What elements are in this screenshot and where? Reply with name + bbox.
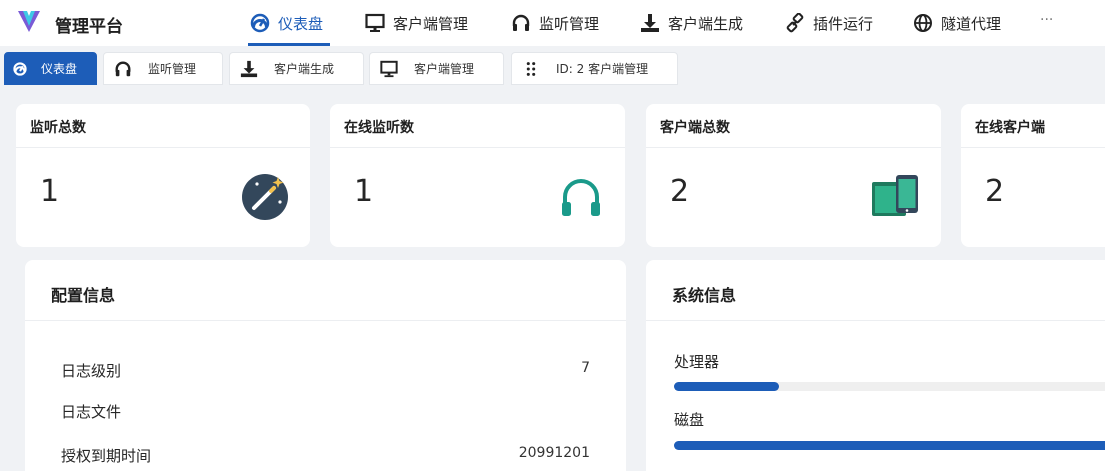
devices-icon	[872, 175, 918, 216]
config-value: 7	[581, 360, 590, 376]
config-row-log-level: 日志级别 7	[61, 360, 590, 382]
monitor-icon	[365, 13, 385, 32]
tab-client-detail[interactable]: ID: 2 客户端管理	[511, 52, 678, 85]
drag-handle-icon	[526, 61, 536, 76]
headphones-icon	[115, 61, 131, 76]
nav-plugin-run-label: 插件运行	[813, 14, 874, 33]
nav-tunnel-proxy[interactable]: 隧道代理	[913, 11, 1001, 35]
tab-client-generate[interactable]: 客户端生成	[229, 52, 364, 85]
tab-listener-management-label: 监听管理	[148, 62, 197, 76]
stat-value: 1	[354, 174, 374, 209]
stat-value: 2	[670, 174, 690, 209]
plugin-icon	[786, 13, 804, 33]
stat-card-client-online: 在线客户端 2	[961, 104, 1105, 247]
config-value: 20991201	[518, 445, 590, 461]
cpu-usage-bar	[674, 382, 1105, 391]
nav-dashboard-label: 仪表盘	[278, 14, 324, 33]
config-row-license-expiry: 授权到期时间 20991201	[61, 445, 590, 467]
nav-listener-management-label: 监听管理	[539, 14, 600, 33]
tab-client-generate-label: 客户端生成	[274, 62, 335, 76]
stat-card-client-total: 客户端总数 2	[646, 104, 941, 247]
nav-client-management-label: 客户端管理	[393, 14, 469, 33]
system-label-disk: 磁盘	[674, 411, 705, 429]
tab-client-management-label: 客户端管理	[414, 62, 475, 76]
dashboard-icon	[13, 61, 27, 76]
nav-client-management[interactable]: 客户端管理	[365, 11, 468, 35]
stat-title: 在线监听数	[330, 104, 625, 148]
config-panel: 配置信息 日志级别 7 日志文件 授权到期时间 20991201	[25, 260, 626, 471]
tab-dashboard[interactable]: 仪表盘	[4, 52, 97, 85]
cpu-usage-fill	[674, 382, 780, 391]
download-icon	[641, 14, 659, 32]
config-panel-title: 配置信息	[25, 260, 626, 321]
stat-title: 客户端总数	[646, 104, 941, 148]
globe-icon	[914, 14, 932, 32]
download-icon	[240, 60, 258, 77]
dashboard-icon	[250, 13, 270, 33]
disk-usage-fill	[674, 441, 1105, 450]
tab-bar: 仪表盘 监听管理 客户端生成 客户端管理 ID: 2 客户端管理	[0, 46, 1105, 88]
config-label: 日志级别	[61, 362, 122, 380]
tab-dashboard-label: 仪表盘	[41, 62, 78, 76]
brand-title: 管理平台	[55, 17, 123, 37]
stat-value: 1	[40, 174, 60, 209]
disk-usage-bar	[674, 441, 1105, 450]
nav-client-generate-label: 客户端生成	[668, 14, 744, 33]
config-label: 日志文件	[61, 403, 122, 421]
stat-title: 在线客户端	[961, 104, 1105, 148]
stat-card-listener-total: 监听总数 1	[16, 104, 310, 247]
stat-value: 2	[985, 174, 1005, 209]
tab-client-management[interactable]: 客户端管理	[369, 52, 504, 85]
nav-plugin-run[interactable]: 插件运行	[785, 11, 873, 35]
system-panel-title: 系统信息	[646, 260, 1105, 321]
magic-wand-icon	[242, 174, 288, 220]
nav-dashboard[interactable]: 仪表盘	[250, 11, 323, 35]
stat-title: 监听总数	[16, 104, 310, 148]
system-panel: 系统信息 处理器 磁盘	[646, 260, 1105, 471]
nav-listener-management[interactable]: 监听管理	[511, 11, 599, 35]
nav-more-button[interactable]: ···	[1040, 12, 1053, 28]
config-row-log-file: 日志文件	[61, 401, 590, 423]
logo-icon	[18, 11, 40, 32]
stat-card-listener-online: 在线监听数 1	[330, 104, 625, 247]
nav-client-generate[interactable]: 客户端生成	[640, 11, 743, 35]
headphones-icon	[512, 14, 530, 31]
config-label: 授权到期时间	[61, 447, 152, 465]
system-label-cpu: 处理器	[674, 353, 720, 371]
nav-tunnel-proxy-label: 隧道代理	[941, 14, 1002, 33]
headphones-icon	[562, 179, 600, 216]
top-navbar: 管理平台 仪表盘 客户端管理 监听管理 客户端生成 插件运行 隧道代理 ···	[0, 0, 1105, 46]
tab-client-detail-label: ID: 2 客户端管理	[556, 62, 649, 76]
monitor-icon	[380, 60, 398, 77]
tab-listener-management[interactable]: 监听管理	[103, 52, 223, 85]
